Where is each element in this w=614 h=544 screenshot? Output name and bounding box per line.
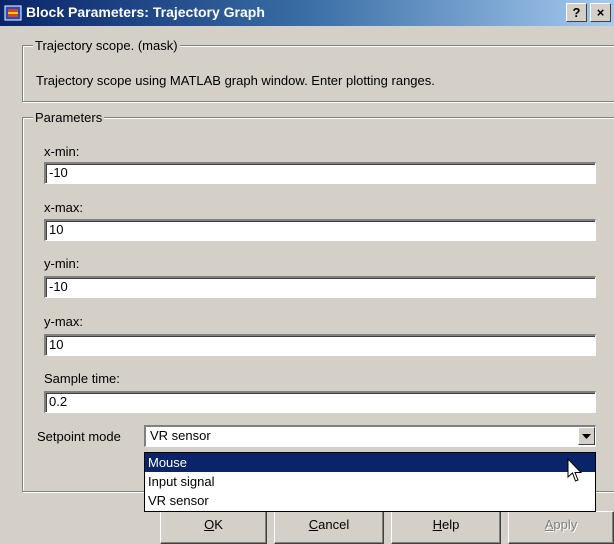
block-parameters-dialog: Block Parameters: Trajectory Graph ? × T…: [0, 0, 614, 544]
y-max-label: y-max:: [44, 314, 83, 329]
setpoint-mode-value: VR sensor: [150, 428, 211, 443]
mask-group-legend: Trajectory scope. (mask): [33, 38, 180, 53]
title-bar[interactable]: Block Parameters: Trajectory Graph ? ×: [0, 0, 614, 26]
x-min-label: x-min:: [44, 144, 80, 159]
cancel-button[interactable]: Cancel: [274, 511, 384, 544]
apply-button[interactable]: Apply: [508, 511, 614, 544]
dropdown-option-vr-sensor[interactable]: VR sensor: [145, 491, 595, 510]
window-title: Block Parameters: Trajectory Graph: [26, 4, 265, 20]
x-max-input[interactable]: 10: [44, 219, 596, 241]
ok-button[interactable]: OK: [160, 511, 267, 544]
sample-time-label: Sample time:: [44, 371, 120, 386]
help-title-button[interactable]: ?: [566, 3, 587, 22]
dropdown-arrow-button[interactable]: [578, 427, 595, 445]
y-min-input[interactable]: -10: [44, 276, 596, 298]
ok-mnemonic: O: [204, 517, 215, 532]
simulink-block-icon: [4, 5, 22, 21]
dropdown-option-input-signal[interactable]: Input signal: [145, 472, 595, 491]
x-min-input[interactable]: -10: [44, 162, 596, 184]
cancel-mnemonic: C: [308, 517, 319, 532]
x-max-label: x-max:: [44, 200, 83, 215]
setpoint-mode-select[interactable]: VR sensor: [144, 425, 596, 447]
help-mnemonic: H: [432, 517, 443, 532]
sample-time-input[interactable]: 0.2: [44, 391, 596, 413]
y-max-input[interactable]: 10: [44, 334, 596, 356]
setpoint-mode-dropdown-list: Mouse Input signal VR sensor: [144, 452, 596, 512]
chevron-down-icon: [582, 434, 591, 439]
parameters-group-legend: Parameters: [33, 110, 105, 125]
y-min-label: y-min:: [44, 256, 80, 271]
mask-description-text: Trajectory scope using MATLAB graph wind…: [36, 73, 435, 88]
mouse-pointer-icon: [567, 458, 583, 482]
help-label: elp: [442, 517, 460, 532]
cancel-label: ancel: [318, 517, 350, 532]
help-button[interactable]: Help: [391, 511, 501, 544]
setpoint-mode-label: Setpoint mode: [37, 429, 121, 444]
ok-label: K: [214, 517, 223, 532]
apply-label: pply: [553, 517, 578, 532]
close-title-button[interactable]: ×: [590, 3, 611, 22]
dropdown-option-mouse[interactable]: Mouse: [145, 453, 595, 472]
